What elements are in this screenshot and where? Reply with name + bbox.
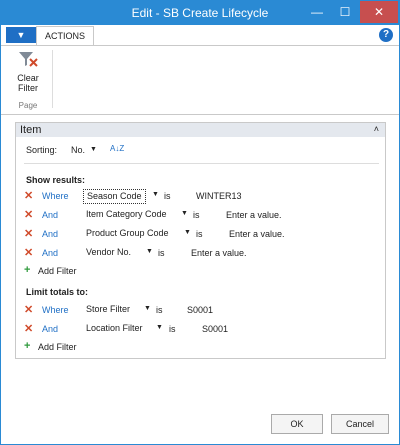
tab-actions[interactable]: ACTIONS — [36, 26, 94, 45]
close-button[interactable]: ✕ — [360, 1, 398, 23]
filter-keyword: And — [42, 248, 59, 258]
filter-field-select[interactable]: Vendor No. — [83, 246, 134, 259]
chevron-down-icon[interactable]: ▼ — [144, 305, 151, 312]
filter-field-select[interactable]: Store Filter — [83, 303, 133, 316]
ribbon-tab-bar: ▼ ACTIONS ? — [1, 25, 399, 45]
clear-filter-label-line1: Clear — [17, 73, 39, 83]
filter-value[interactable]: S0001 — [187, 305, 213, 315]
sorting-label: Sorting: — [26, 145, 58, 155]
minimize-button[interactable]: — — [303, 1, 331, 23]
sorting-select[interactable]: No. — [71, 145, 85, 155]
chevron-down-icon[interactable]: ▼ — [156, 324, 163, 331]
filter-field-select[interactable]: Product Group Code — [83, 227, 172, 240]
filter-row: ✕ Where Store Filter ▼ is S0001 — [24, 304, 379, 318]
filter-value[interactable]: Enter a value. — [229, 229, 285, 239]
filter-operator: is — [164, 191, 171, 201]
limit-totals-heading: Limit totals to: — [26, 287, 88, 297]
filter-operator: is — [169, 324, 176, 334]
chevron-up-icon[interactable]: ˄ — [374, 124, 379, 134]
filter-value[interactable]: S0001 — [202, 324, 228, 334]
title-bar: Edit - SB Create Lifecycle — ☐ ✕ — [1, 1, 399, 25]
filter-value[interactable]: WINTER13 — [196, 191, 242, 201]
filter-keyword: And — [42, 210, 59, 220]
ribbon-group-label: Page — [18, 101, 38, 110]
remove-filter-icon[interactable]: ✕ — [24, 304, 33, 316]
filter-value[interactable]: Enter a value. — [226, 210, 282, 220]
ribbon: Clear Filter Page — [1, 45, 399, 115]
help-icon[interactable]: ? — [379, 28, 393, 42]
ok-button[interactable]: OK — [271, 414, 323, 434]
remove-filter-icon[interactable]: ✕ — [24, 209, 33, 221]
panel-title: Item — [20, 124, 42, 136]
ribbon-divider — [52, 50, 53, 108]
filter-operator: is — [196, 229, 203, 239]
filter-field-select[interactable]: Location Filter — [83, 322, 146, 335]
item-filter-panel: Item ˄ Sorting: No. ▼ A↓Z Show results: … — [15, 122, 386, 359]
cancel-button[interactable]: Cancel — [331, 414, 389, 434]
chevron-down-icon[interactable]: ▼ — [146, 248, 153, 255]
plus-icon: + — [24, 340, 31, 352]
chevron-down-icon[interactable]: ▼ — [152, 191, 159, 198]
clear-filter-label-line2: Filter — [18, 83, 38, 93]
filter-operator: is — [156, 305, 163, 315]
remove-filter-icon[interactable]: ✕ — [24, 228, 33, 240]
filter-row: ✕ And Product Group Code ▼ is Enter a va… — [24, 228, 379, 242]
remove-filter-icon[interactable]: ✕ — [24, 190, 33, 202]
filter-row: ✕ Where Season Code ▼ is WINTER13 — [24, 189, 379, 204]
dialog-window: Edit - SB Create Lifecycle — ☐ ✕ ▼ ACTIO… — [0, 0, 400, 445]
add-filter-label: Add Filter — [38, 266, 77, 276]
filter-keyword: And — [42, 324, 59, 334]
filter-row: ✕ And Location Filter ▼ is S0001 — [24, 323, 379, 337]
filter-field-select[interactable]: Season Code — [83, 189, 146, 204]
chevron-down-icon[interactable]: ▼ — [181, 210, 188, 217]
filter-keyword: And — [42, 229, 59, 239]
show-results-heading: Show results: — [26, 175, 86, 185]
sort-direction-icon[interactable]: A↓Z — [110, 144, 124, 153]
filter-keyword: Where — [42, 191, 69, 201]
application-menu-button[interactable]: ▼ — [6, 27, 36, 43]
filter-value[interactable]: Enter a value. — [191, 248, 247, 258]
plus-icon: + — [24, 264, 31, 276]
remove-filter-icon[interactable]: ✕ — [24, 247, 33, 259]
chevron-down-icon[interactable]: ▼ — [184, 229, 191, 236]
section-divider — [24, 163, 379, 164]
panel-header[interactable]: Item ˄ — [16, 123, 385, 137]
filter-operator: is — [193, 210, 200, 220]
chevron-down-icon[interactable]: ▼ — [90, 146, 97, 153]
filter-row: ✕ And Item Category Code ▼ is Enter a va… — [24, 209, 379, 223]
filter-field-select[interactable]: Item Category Code — [83, 208, 170, 221]
remove-filter-icon[interactable]: ✕ — [24, 323, 33, 335]
filter-keyword: Where — [42, 305, 69, 315]
add-filter-label: Add Filter — [38, 342, 77, 352]
clear-filter-icon — [19, 52, 38, 67]
filter-row: ✕ And Vendor No. ▼ is Enter a value. — [24, 247, 379, 261]
filter-operator: is — [158, 248, 165, 258]
maximize-button[interactable]: ☐ — [331, 1, 359, 23]
